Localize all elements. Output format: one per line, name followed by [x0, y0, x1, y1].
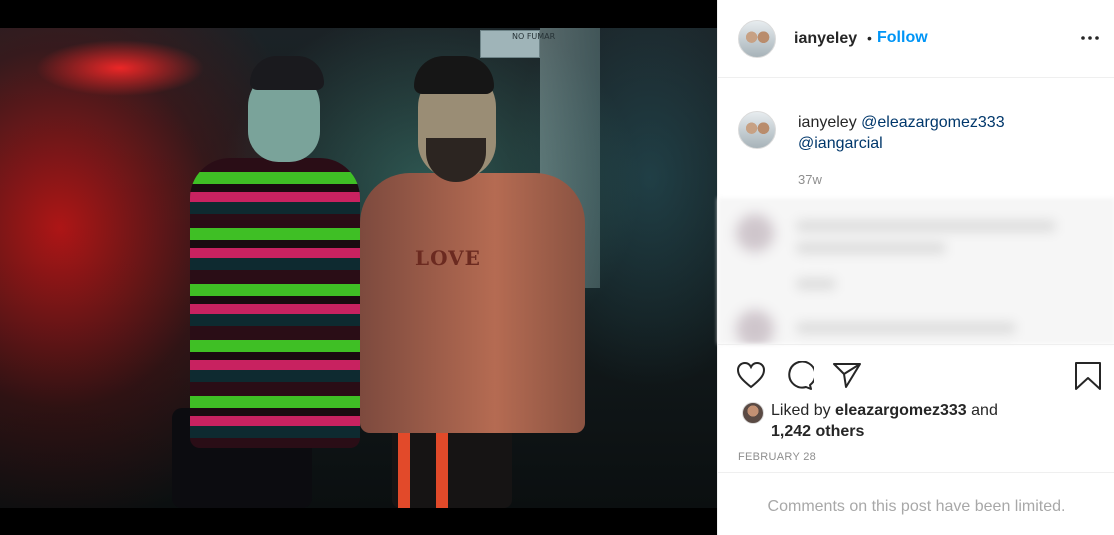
blurred-comment-line [796, 220, 1056, 232]
heart-icon-svg [736, 361, 766, 389]
blurred-comment-line [796, 322, 1016, 334]
comments-limited-notice: Comments on this post have been limited. [718, 472, 1114, 535]
right-person-legs [392, 423, 512, 508]
likes-prefix: Liked by [771, 402, 831, 419]
heart-icon[interactable] [736, 361, 766, 394]
likes-others-link[interactable]: 1,242 others [771, 423, 864, 440]
likes-connector: and [971, 402, 998, 419]
post-header: ianyeley • Follow [718, 0, 1114, 78]
blurred-comment-avatar [736, 214, 774, 252]
post-actions [718, 344, 1114, 400]
caption-mention-1[interactable]: @eleazargomez333 [861, 114, 1004, 131]
more-icon-svg [1081, 36, 1099, 40]
save-icon-svg [1075, 362, 1101, 390]
author-username[interactable]: ianyeley [794, 30, 857, 48]
post-date[interactable]: FEBRUARY 28 [738, 451, 816, 463]
pants-stripe-left [398, 423, 410, 508]
left-person-sweater [190, 158, 360, 448]
blurred-comment-line [796, 242, 946, 254]
follow-button[interactable]: Follow [877, 29, 928, 47]
pants-stripe-right [436, 423, 448, 508]
save-icon[interactable] [1074, 361, 1102, 396]
author-avatar[interactable] [738, 20, 776, 58]
blurred-comment-line [796, 278, 836, 290]
comment-icon-svg [788, 360, 817, 390]
no-smoking-sign-text: NO FUMAR [512, 32, 556, 41]
left-person-hair [250, 56, 324, 90]
post-side-panel: ianyeley • Follow ianyeley @eleazargomez… [717, 0, 1114, 535]
caption-mention-2[interactable]: @iangarcial [798, 135, 883, 152]
share-icon-svg [833, 363, 861, 388]
more-icon[interactable] [1078, 26, 1102, 56]
post-photo-pane: NO FUMAR LOVE [0, 0, 717, 535]
post-photo[interactable]: NO FUMAR LOVE [0, 28, 717, 508]
right-person-hair [414, 56, 494, 94]
likes-summary: Liked by eleazargomez333 and 1,242 other… [771, 400, 998, 442]
right-person-sweater [360, 173, 585, 433]
caption-author-avatar[interactable] [738, 111, 776, 149]
header-separator: • [867, 30, 872, 46]
sweater-love-text: LOVE [415, 246, 481, 270]
blurred-comments [718, 198, 1114, 344]
blurred-comment-avatar [736, 310, 774, 344]
post-caption: ianyeley @eleazargomez333 @iangarcial [798, 112, 1098, 154]
caption-timestamp[interactable]: 37w [798, 172, 822, 187]
caption-username[interactable]: ianyeley [798, 114, 857, 131]
share-icon[interactable] [832, 361, 862, 394]
liker-username[interactable]: eleazargomez333 [835, 402, 967, 419]
comment-icon[interactable] [784, 360, 817, 396]
liker-avatar[interactable] [742, 402, 764, 424]
